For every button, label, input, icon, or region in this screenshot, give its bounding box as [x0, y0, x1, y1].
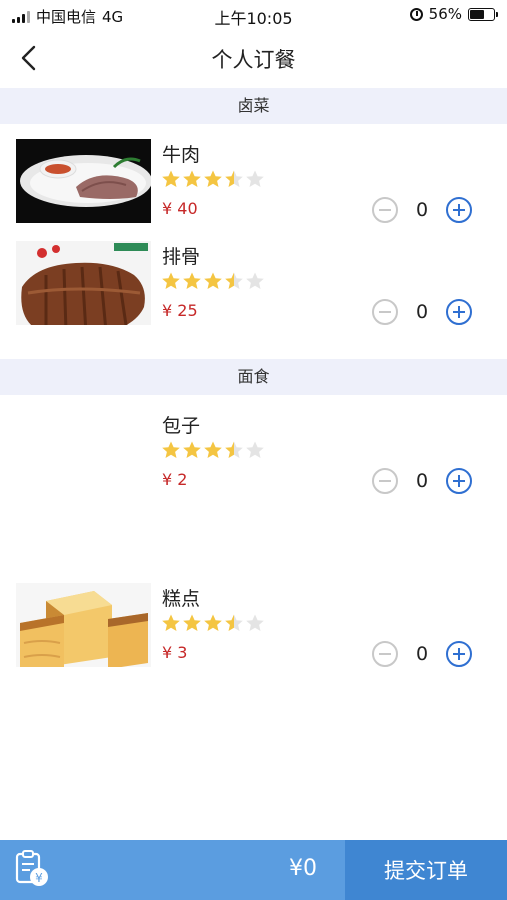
quantity-value: 0 — [415, 470, 429, 492]
food-image-ribs — [16, 241, 151, 325]
increase-button[interactable] — [446, 641, 472, 667]
rating-stars — [161, 440, 265, 460]
nav-bar: 个人订餐 — [0, 30, 507, 86]
increase-button[interactable] — [446, 197, 472, 223]
item-name: 包子 — [162, 415, 201, 437]
star-icon — [246, 614, 264, 631]
star-icon — [183, 170, 201, 187]
rating-stars — [161, 169, 265, 189]
star-icon — [225, 170, 243, 187]
minus-icon — [379, 480, 391, 482]
star-icon — [183, 272, 201, 289]
category-header: 卤菜 — [0, 88, 507, 124]
rating-stars — [161, 613, 265, 633]
item-name: 排骨 — [162, 246, 201, 268]
decrease-button[interactable] — [372, 468, 398, 494]
status-bar: 中国电信 4G 上午10:05 56% — [0, 0, 507, 30]
submit-order-button[interactable]: 提交订单 — [345, 840, 507, 900]
star-icon — [162, 441, 180, 458]
food-image-cake — [16, 583, 151, 667]
category-header: 面食 — [0, 359, 507, 395]
quantity-stepper: 0 — [372, 468, 472, 494]
quantity-stepper: 0 — [372, 197, 472, 223]
minus-icon — [379, 311, 391, 313]
item-name: 糕点 — [162, 588, 201, 610]
star-icon — [225, 272, 243, 289]
decrease-button[interactable] — [372, 641, 398, 667]
item-price: ¥ 25 — [162, 301, 198, 320]
star-icon — [225, 441, 243, 458]
star-icon — [204, 170, 222, 187]
star-icon — [204, 272, 222, 289]
star-icon — [246, 272, 264, 289]
food-image-bun — [16, 410, 151, 494]
quantity-stepper: 0 — [372, 299, 472, 325]
decrease-button[interactable] — [372, 197, 398, 223]
order-total: ¥0 — [289, 856, 317, 881]
battery-icon — [468, 7, 498, 21]
star-icon — [204, 614, 222, 631]
star-icon — [225, 614, 243, 631]
menu-item[interactable]: 排骨 ¥ 25 0 — [0, 241, 507, 325]
svg-text:¥: ¥ — [35, 871, 43, 885]
star-icon — [204, 441, 222, 458]
quantity-stepper: 0 — [372, 641, 472, 667]
item-name: 牛肉 — [162, 144, 201, 166]
star-icon — [183, 614, 201, 631]
battery-percent: 56% — [428, 5, 462, 23]
star-icon — [162, 272, 180, 289]
bottom-bar: ¥ ¥0 提交订单 — [0, 840, 507, 900]
minus-icon — [379, 209, 391, 211]
rating-stars — [161, 271, 265, 291]
star-icon — [246, 441, 264, 458]
page-title: 个人订餐 — [211, 48, 296, 72]
star-icon — [162, 614, 180, 631]
quantity-value: 0 — [415, 643, 429, 665]
item-price: ¥ 2 — [162, 470, 188, 489]
minus-icon — [379, 653, 391, 655]
star-icon — [246, 170, 264, 187]
menu-item[interactable]: 包子 ¥ 2 0 — [0, 410, 507, 494]
order-receipt-icon[interactable]: ¥ — [12, 849, 52, 889]
star-icon — [183, 441, 201, 458]
food-image-beef — [16, 139, 151, 223]
quantity-value: 0 — [415, 199, 429, 221]
increase-button[interactable] — [446, 299, 472, 325]
quantity-value: 0 — [415, 301, 429, 323]
alarm-icon — [409, 7, 423, 21]
menu-item[interactable]: 牛肉 ¥ 40 0 — [0, 139, 507, 223]
decrease-button[interactable] — [372, 299, 398, 325]
item-price: ¥ 40 — [162, 199, 198, 218]
star-icon — [162, 170, 180, 187]
increase-button[interactable] — [446, 468, 472, 494]
item-price: ¥ 3 — [162, 643, 188, 662]
menu-item[interactable]: 糕点 ¥ 3 0 — [0, 583, 507, 667]
